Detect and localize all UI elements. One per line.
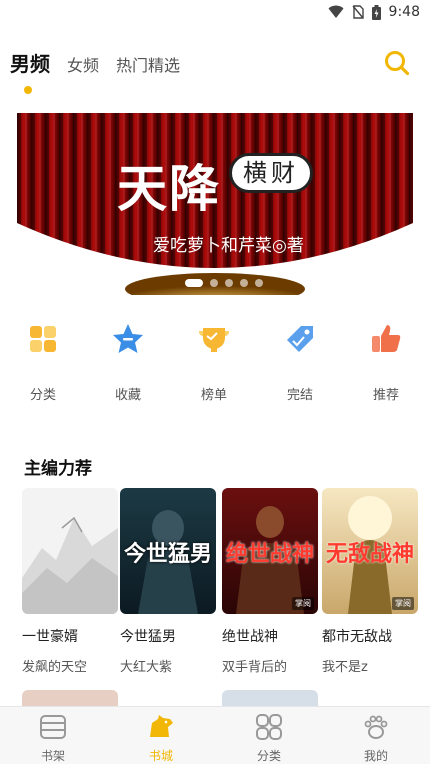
bottom-nav-label: 分类: [256, 749, 281, 763]
book-cover[interactable]: 无敌战神 掌阅: [322, 488, 418, 614]
next-row-cover[interactable]: [222, 690, 318, 706]
ink-mountain-image: [22, 516, 118, 614]
quick-entry-favorites[interactable]: 收藏: [98, 322, 158, 403]
no-sim-icon: [352, 5, 364, 19]
carousel-dot[interactable]: [225, 279, 233, 287]
cover-title: 绝世战神: [225, 541, 314, 567]
book-author: 发飙的天空: [22, 660, 88, 675]
publisher-badge: 掌阅: [392, 597, 414, 610]
book-author: 双手背后的: [222, 660, 288, 675]
star-icon: [113, 324, 143, 353]
quick-entry-label: 榜单: [200, 388, 227, 403]
book-title: 绝世战神: [222, 629, 278, 645]
cover-title: 无敌战神: [325, 541, 414, 567]
tag-icon: [287, 326, 313, 352]
carousel-dot[interactable]: [185, 279, 203, 287]
next-row-cover[interactable]: [22, 690, 118, 706]
status-bar: 9:48: [0, 0, 430, 26]
carousel-dot[interactable]: [255, 279, 263, 287]
bookstore-icon: [150, 715, 173, 737]
carousel-dot[interactable]: [240, 279, 248, 287]
book-title: 今世猛男: [120, 629, 176, 645]
quick-entry-completed[interactable]: 完结: [270, 322, 330, 403]
book-author: 我不是z: [322, 660, 368, 675]
banner-seal: 横财: [229, 153, 313, 193]
thumbs-up-icon: [372, 325, 401, 352]
quick-entry-label: 分类: [29, 388, 56, 403]
banner-carousel[interactable]: 天降 横财 爱吃萝卜和芹菜◎著: [17, 113, 413, 295]
bottom-nav-label: 书城: [148, 749, 173, 763]
book-card[interactable]: 绝世战神 掌阅 绝世战神 双手背后的: [222, 488, 318, 675]
quick-entry-recommend[interactable]: 推荐: [356, 322, 416, 403]
wifi-icon: [328, 5, 344, 18]
paw-icon: [364, 715, 388, 739]
trophy-icon: [199, 328, 229, 352]
bottom-nav-profile[interactable]: 我的: [341, 713, 411, 764]
tab-male[interactable]: 男频: [10, 48, 50, 77]
book-card[interactable]: 无敌战神 掌阅 都市无敌战 我不是z: [322, 488, 418, 675]
tab-hot-picks[interactable]: 热门精选: [116, 52, 180, 76]
book-title: 都市无敌战: [322, 629, 392, 645]
battery-icon: [371, 4, 381, 20]
carousel-dots: [185, 279, 263, 287]
bottom-nav: 书架 书城 分类 我的: [0, 706, 430, 764]
book-cover[interactable]: [22, 488, 118, 614]
book-cover[interactable]: 绝世战神 掌阅: [222, 488, 318, 614]
quick-entry-label: 收藏: [114, 388, 141, 403]
book-card[interactable]: 一世豪婿 发飙的天空: [22, 488, 118, 675]
top-tabs: 男频 女频 热门精选: [10, 48, 410, 94]
quick-entry-rankings[interactable]: 榜单: [184, 322, 244, 403]
publisher-badge: 掌阅: [292, 597, 314, 610]
tab-female[interactable]: 女频: [67, 52, 99, 76]
quick-entry-label: 推荐: [372, 388, 399, 403]
bookshelf-icon: [40, 715, 66, 739]
status-icons: 9:48: [328, 4, 420, 20]
book-author: 大红大紫: [120, 660, 173, 675]
section-title: 主编力荐: [24, 459, 92, 479]
bottom-nav-bookshelf[interactable]: 书架: [18, 713, 88, 764]
carousel-dot[interactable]: [210, 279, 218, 287]
cover-title: 今世猛男: [123, 541, 212, 567]
active-tab-indicator: [24, 86, 32, 94]
quick-entries: 分类 收藏 榜单 完结 推荐: [0, 322, 430, 403]
category-grid-icon: [256, 714, 282, 740]
bottom-nav-label: 书架: [40, 749, 65, 763]
status-time: 9:48: [388, 4, 420, 20]
bottom-nav-bookstore[interactable]: 书城: [126, 713, 196, 764]
banner-author: 爱吃萝卜和芹菜◎著: [153, 236, 304, 256]
book-card[interactable]: 今世猛男 今世猛男 大红大紫: [120, 488, 216, 675]
bottom-nav-category[interactable]: 分类: [234, 713, 304, 764]
category-icon: [30, 326, 56, 352]
bottom-nav-label: 我的: [363, 749, 388, 763]
quick-entry-category[interactable]: 分类: [13, 322, 73, 403]
book-cover[interactable]: 今世猛男: [120, 488, 216, 614]
banner-title: 天降: [117, 159, 221, 218]
book-title: 一世豪婿: [22, 629, 78, 645]
quick-entry-label: 完结: [286, 388, 313, 403]
search-icon[interactable]: [384, 50, 410, 76]
